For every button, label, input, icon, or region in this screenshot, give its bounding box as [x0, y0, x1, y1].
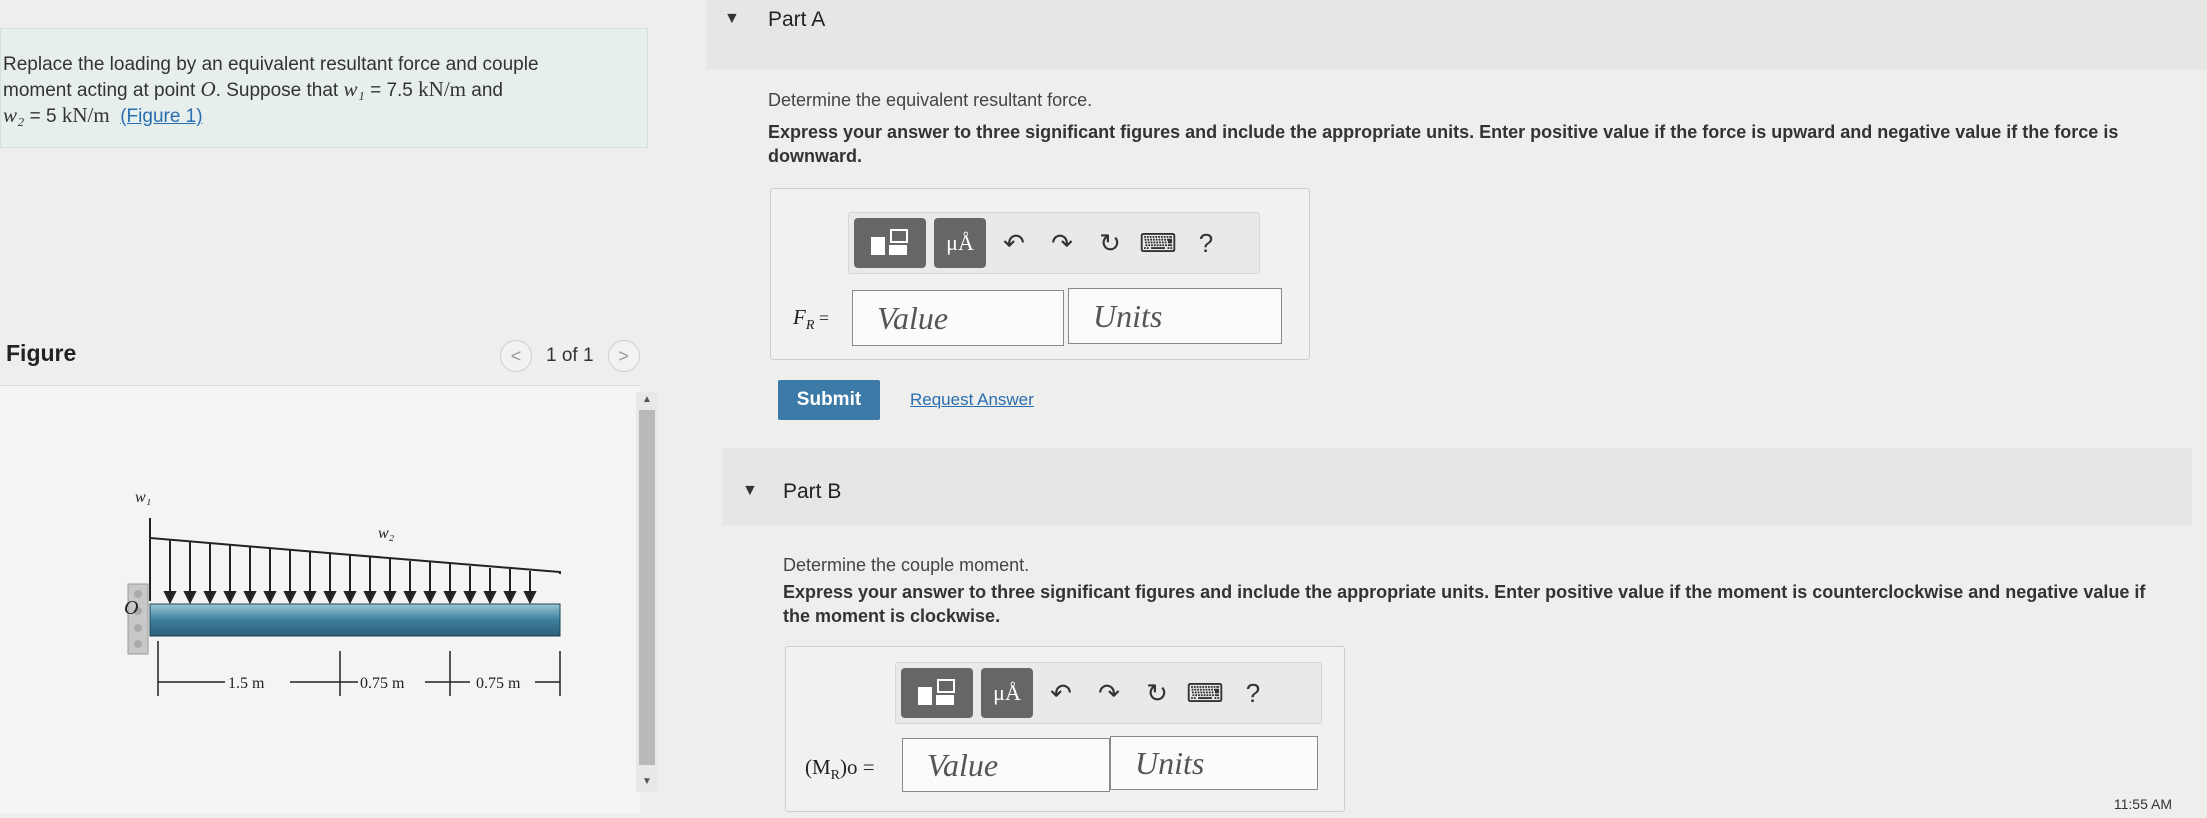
- part-b-collapse-icon[interactable]: ▼: [742, 482, 758, 500]
- redo-icon[interactable]: ↷: [1042, 228, 1082, 259]
- part-b-field-label: (MR)o =: [805, 755, 875, 784]
- beam: [149, 603, 561, 637]
- beam-diagram: w₁ w₂ O 1.5 m 0.75 m 0.75 m: [124, 489, 561, 696]
- next-figure-button[interactable]: >: [607, 340, 640, 372]
- figure-pager: < 1 of 1 >: [500, 340, 640, 372]
- part-a-instructions: Express your answer to three significant…: [768, 122, 2119, 166]
- scroll-up-arrow[interactable]: ▲: [636, 394, 658, 405]
- reset-icon[interactable]: ↻: [1137, 678, 1177, 709]
- part-b-instructions: Express your answer to three significant…: [783, 582, 2146, 626]
- help-icon[interactable]: ?: [1186, 228, 1226, 259]
- templates-button[interactable]: [854, 218, 926, 268]
- dim-label-2: 0.75 m: [360, 675, 405, 692]
- part-b-header[interactable]: [722, 448, 2192, 526]
- pager-count: 1 of 1: [546, 345, 594, 366]
- figure-link[interactable]: (Figure 1): [120, 106, 202, 127]
- figure-panel: w₁ w₂ O 1.5 m 0.75 m 0.75 m: [0, 385, 640, 813]
- units-symbol-button[interactable]: μÅ: [981, 668, 1033, 718]
- units-symbol-button[interactable]: μÅ: [934, 218, 986, 268]
- prev-figure-button[interactable]: <: [500, 340, 532, 372]
- figure-title: Figure: [6, 340, 77, 366]
- part-b-label: Part B: [783, 480, 842, 503]
- part-a-value-input[interactable]: Value: [852, 290, 1064, 346]
- origin-label: O: [124, 597, 138, 619]
- problem-line-3: w₂ = 5 kN/m (Figure 1): [3, 103, 203, 127]
- part-a-toolbar: μÅ ↶ ↷ ↻ ⌨ ?: [848, 212, 1260, 274]
- undo-icon[interactable]: ↶: [1041, 678, 1081, 709]
- part-b-toolbar: μÅ ↶ ↷ ↻ ⌨ ?: [895, 662, 1322, 724]
- dim-label-1: 1.5 m: [228, 675, 265, 692]
- templates-button[interactable]: [901, 668, 973, 718]
- submit-button[interactable]: Submit: [778, 380, 880, 420]
- request-answer-link[interactable]: Request Answer: [910, 390, 1034, 410]
- w2-label: w₂: [378, 525, 395, 542]
- taskbar-clock: 11:55 AM: [2113, 796, 2172, 812]
- part-a-units-input[interactable]: Units: [1068, 288, 1282, 344]
- w1-label: w₁: [135, 489, 151, 506]
- load-arrows: [163, 540, 537, 605]
- reset-icon[interactable]: ↻: [1090, 228, 1130, 259]
- keyboard-icon[interactable]: ⌨: [1138, 228, 1178, 259]
- part-a-label: Part A: [768, 8, 826, 31]
- part-a-field-label: FR =: [793, 305, 830, 334]
- part-b-question: Determine the couple moment.: [783, 555, 1030, 575]
- help-icon[interactable]: ?: [1233, 678, 1273, 709]
- part-a-collapse-icon[interactable]: ▼: [724, 10, 740, 28]
- scroll-down-arrow[interactable]: ▼: [636, 776, 658, 787]
- part-a-header[interactable]: [706, 0, 2207, 70]
- redo-icon[interactable]: ↷: [1089, 678, 1129, 709]
- part-b-value-input[interactable]: Value: [902, 738, 1110, 792]
- part-b-units-input[interactable]: Units: [1110, 736, 1318, 790]
- figure-scroll-thumb[interactable]: [639, 410, 655, 765]
- problem-line-1: Replace the loading by an equivalent res…: [3, 54, 539, 75]
- problem-statement: Replace the loading by an equivalent res…: [0, 28, 648, 148]
- part-a-question: Determine the equivalent resultant force…: [768, 90, 1093, 110]
- problem-line-2: moment acting at point O. Suppose that w…: [3, 77, 503, 101]
- dim-label-3: 0.75 m: [476, 675, 521, 692]
- undo-icon[interactable]: ↶: [994, 228, 1034, 259]
- keyboard-icon[interactable]: ⌨: [1185, 678, 1225, 709]
